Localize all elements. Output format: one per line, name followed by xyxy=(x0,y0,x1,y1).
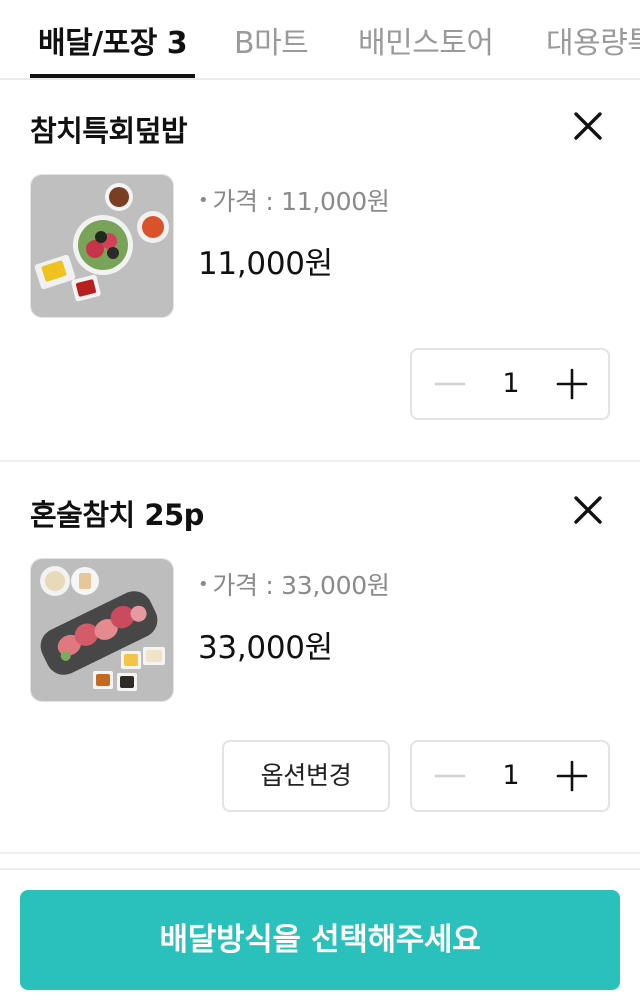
remove-item-button[interactable] xyxy=(566,488,610,532)
item-image xyxy=(30,558,174,702)
unit-price: • 가격 : 11,000원 xyxy=(198,187,390,216)
item-name: 참치특회덮밥 xyxy=(30,114,188,148)
unit-price-text: 가격 : 33,000원 xyxy=(212,571,390,600)
cart-item: 참치특회덮밥 • 가격 : 11,000원 11,000원 1 xyxy=(0,80,640,462)
decrease-quantity-button[interactable] xyxy=(430,756,470,796)
plus-icon xyxy=(556,760,588,792)
tab-baemin-store[interactable]: 배민스토어 xyxy=(358,18,494,78)
increase-quantity-button[interactable] xyxy=(552,364,592,404)
change-options-button[interactable]: 옵션변경 xyxy=(222,740,390,812)
increase-quantity-button[interactable] xyxy=(552,756,592,796)
unit-price: • 가격 : 33,000원 xyxy=(198,571,390,600)
close-icon xyxy=(574,112,602,140)
category-tabs: 배달/포장 3 B마트 배민스토어 대용량특 xyxy=(0,0,640,80)
item-total: 11,000원 xyxy=(198,246,333,282)
decrease-quantity-button[interactable] xyxy=(430,364,470,404)
bottom-bar: 배달방식을 선택해주세요 xyxy=(0,868,640,1008)
select-delivery-method-button[interactable]: 배달방식을 선택해주세요 xyxy=(20,890,620,990)
item-image xyxy=(30,174,174,318)
item-total: 33,000원 xyxy=(198,630,333,666)
unit-price-text: 가격 : 11,000원 xyxy=(212,187,390,216)
close-icon xyxy=(574,496,602,524)
tab-delivery-pickup[interactable]: 배달/포장 3 xyxy=(29,18,196,78)
minus-icon xyxy=(434,382,466,386)
remove-item-button[interactable] xyxy=(566,104,610,148)
plus-icon xyxy=(556,368,588,400)
tab-bulk[interactable]: 대용량특 xyxy=(546,18,640,78)
cart-item: 혼술참치 25p • 가격: 33,000원 33,000원 옵션변경 1 xyxy=(0,464,640,854)
tab-bmart[interactable]: B마트 xyxy=(234,18,309,78)
quantity-value: 1 xyxy=(502,760,520,791)
quantity-stepper: 1 xyxy=(410,348,610,420)
minus-icon xyxy=(434,774,466,778)
quantity-stepper: 1 xyxy=(410,740,610,812)
item-name: 혼술참치 25p xyxy=(30,498,204,532)
quantity-value: 1 xyxy=(502,368,520,399)
